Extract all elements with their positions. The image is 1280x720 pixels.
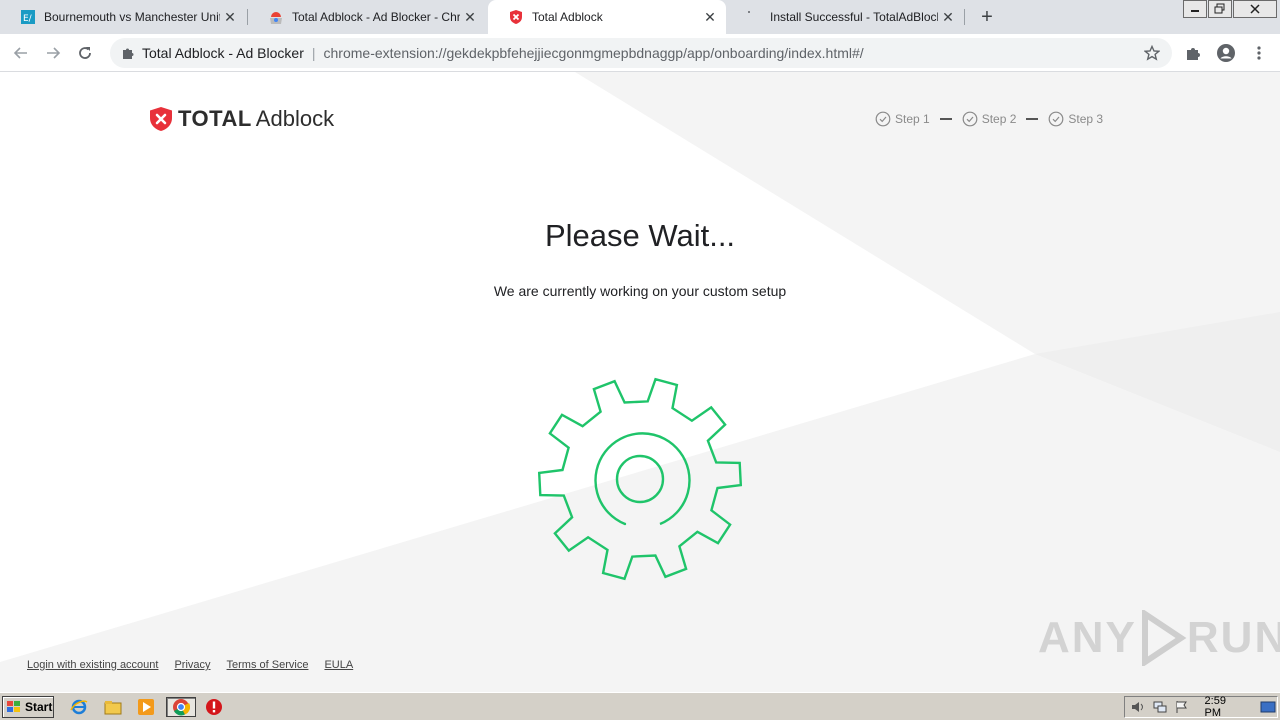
- system-tray: 2:59 PM: [1124, 695, 1278, 719]
- show-desktop-icon[interactable]: [1259, 699, 1277, 715]
- reload-icon[interactable]: [72, 40, 98, 66]
- tab-separator: [964, 9, 965, 25]
- close-window-icon[interactable]: [1233, 0, 1277, 18]
- chrome-taskbar-icon[interactable]: [166, 697, 196, 717]
- anyrun-watermark: ANY RUN: [1038, 610, 1280, 666]
- minimize-icon[interactable]: [1183, 0, 1207, 18]
- logo-shield-icon: [150, 107, 172, 131]
- page-title: Please Wait...: [544, 218, 736, 253]
- step-label: Step 3: [1068, 112, 1104, 126]
- tab-title: Bournemouth vs Manchester United: [44, 10, 220, 24]
- footer-links: Login with existing account Privacy Term…: [27, 659, 369, 671]
- restore-icon[interactable]: [1208, 0, 1232, 18]
- omnibox-divider: |: [311, 45, 316, 61]
- profile-avatar-icon[interactable]: [1214, 41, 1238, 65]
- play-triangle-icon: [1141, 610, 1187, 666]
- privacy-link[interactable]: Privacy: [174, 659, 210, 671]
- terms-link[interactable]: Terms of Service: [227, 659, 309, 671]
- onboarding-page: TOTAL Adblock Step 1 Step 2 Step 3 Pleas…: [0, 72, 1280, 692]
- chrome-web-store-icon: [268, 9, 284, 25]
- start-label: Start: [25, 700, 53, 714]
- file-explorer-icon[interactable]: [102, 697, 124, 717]
- clock[interactable]: 2:59 PM: [1205, 695, 1246, 719]
- close-tab-icon[interactable]: ✕: [700, 7, 720, 27]
- back-arrow-icon[interactable]: [8, 40, 34, 66]
- close-tab-icon[interactable]: ✕: [938, 7, 958, 27]
- onboarding-steps: Step 1 Step 2 Step 3: [875, 111, 1103, 127]
- address-bar[interactable]: Total Adblock - Ad Blocker | chrome-exte…: [110, 38, 1172, 68]
- check-circle-icon: [875, 111, 891, 127]
- action-center-flag-icon[interactable]: [1173, 699, 1191, 715]
- forward-arrow-icon[interactable]: [40, 40, 66, 66]
- check-circle-icon: [962, 111, 978, 127]
- step-connector: [1026, 118, 1039, 120]
- more-menu-icon[interactable]: [1247, 41, 1271, 65]
- close-tab-icon[interactable]: ✕: [220, 7, 240, 27]
- internet-explorer-icon[interactable]: [68, 697, 90, 717]
- tab-total-adblock[interactable]: Total Adblock ✕: [488, 0, 726, 34]
- svg-text:E/: E/: [23, 14, 33, 24]
- step-1: Step 1: [875, 111, 930, 127]
- logo-text-regular: Adblock: [255, 106, 335, 131]
- step-3: Step 3: [1048, 111, 1103, 127]
- step-connector: [939, 118, 952, 120]
- new-tab-button[interactable]: +: [976, 6, 998, 28]
- login-link[interactable]: Login with existing account: [27, 659, 158, 671]
- loading-icon: [746, 9, 762, 25]
- start-button[interactable]: Start: [2, 696, 54, 718]
- logo-text-bold: TOTAL: [178, 106, 252, 131]
- tab-install-successful[interactable]: Install Successful - TotalAdBlock ✕: [726, 0, 964, 34]
- total-adblock-logo: TOTAL Adblock: [148, 106, 334, 132]
- stop-sign-icon[interactable]: [203, 697, 225, 717]
- tab-bournemouth[interactable]: E/ Bournemouth vs Manchester United ✕: [0, 0, 246, 34]
- watermark-text-right: RUN: [1186, 613, 1280, 662]
- close-tab-icon[interactable]: ✕: [460, 7, 480, 27]
- bookmark-star-icon[interactable]: [1140, 41, 1164, 65]
- step-label: Step 2: [981, 112, 1017, 126]
- extension-puzzle-icon: [120, 45, 136, 61]
- loading-gear-icon: [537, 377, 743, 581]
- volume-icon[interactable]: [1129, 699, 1147, 715]
- windows-flag-icon: [7, 701, 20, 712]
- page-subtitle: We are currently working on your custom …: [493, 283, 787, 299]
- site-name: Total Adblock - Ad Blocker: [142, 45, 304, 61]
- tab-title: Total Adblock - Ad Blocker - Chrome: [292, 10, 460, 24]
- url-text[interactable]: chrome-extension://gekdekpbfehejjiecgonm…: [324, 45, 1140, 61]
- tab-chrome-store[interactable]: Total Adblock - Ad Blocker - Chrome ✕: [248, 0, 486, 34]
- network-icon[interactable]: [1151, 699, 1169, 715]
- media-player-icon[interactable]: [135, 697, 157, 717]
- watermark-text-left: ANY: [1038, 613, 1137, 662]
- tab-title: Total Adblock: [532, 10, 603, 24]
- browser-toolbar: Total Adblock - Ad Blocker | chrome-exte…: [0, 34, 1280, 72]
- total-adblock-shield-icon: [508, 9, 524, 25]
- tab-title: Install Successful - TotalAdBlock: [770, 10, 938, 24]
- eula-link[interactable]: EULA: [324, 659, 353, 671]
- check-circle-icon: [1049, 111, 1064, 127]
- step-2: Step 2: [962, 111, 1017, 127]
- tab-strip: E/ Bournemouth vs Manchester United ✕ To…: [0, 0, 1280, 34]
- windows-taskbar: Start 2:59 PM: [0, 692, 1280, 720]
- extensions-puzzle-icon[interactable]: [1181, 41, 1205, 65]
- step-label: Step 1: [895, 112, 930, 126]
- news-site-icon: E/: [20, 9, 36, 25]
